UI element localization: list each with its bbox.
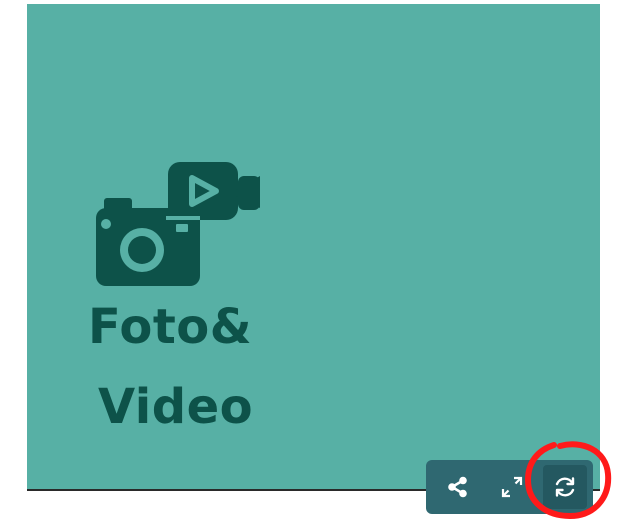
fullscreen-button[interactable] bbox=[494, 469, 530, 505]
refresh-icon bbox=[555, 477, 575, 497]
refresh-button[interactable] bbox=[543, 465, 587, 509]
camera-with-video-camera-icon bbox=[96, 162, 260, 286]
viewer-toolbar bbox=[426, 460, 593, 514]
media-viewer: Foto& Video bbox=[0, 0, 618, 521]
share-icon bbox=[448, 476, 467, 498]
logo-text-line-1: Foto& bbox=[88, 299, 253, 355]
share-button[interactable] bbox=[440, 469, 476, 505]
logo-text-line-2: Video bbox=[98, 379, 254, 435]
expand-icon bbox=[501, 476, 523, 498]
